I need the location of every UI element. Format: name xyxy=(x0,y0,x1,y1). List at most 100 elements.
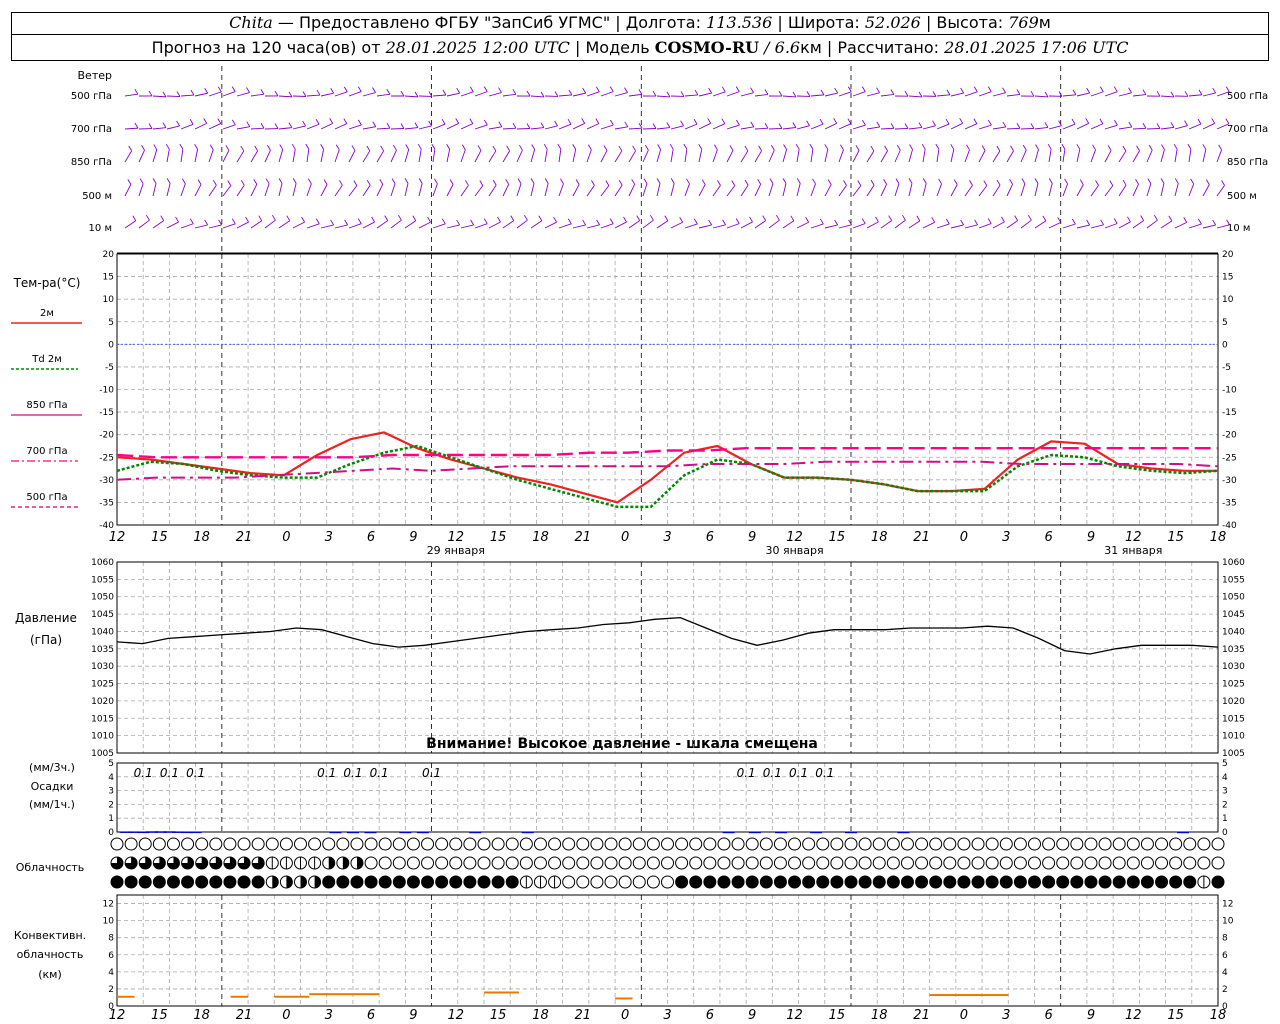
wind-barb-flag xyxy=(758,145,762,152)
wind-barb-flag xyxy=(449,179,454,185)
wind-barb-flag xyxy=(417,143,422,150)
wind-barb xyxy=(1020,128,1035,130)
wind-barb-flag xyxy=(456,87,461,94)
precip-3h-label: 0.1 xyxy=(737,766,756,780)
cloud-symbol xyxy=(195,837,209,851)
pres-ytick-left: 1030 xyxy=(91,662,114,672)
wind-barb xyxy=(530,220,543,229)
wind-level-10m: 10 м xyxy=(89,223,112,234)
wind-barb-flag xyxy=(1122,179,1127,186)
precip-bar xyxy=(521,831,534,834)
wind-barb xyxy=(320,149,325,163)
wind-barb xyxy=(1034,183,1039,197)
wind-barb-flag xyxy=(1095,180,1099,186)
cloud-symbol xyxy=(251,875,265,889)
precip-bar xyxy=(364,831,377,834)
wind-barb-flag xyxy=(714,144,718,151)
wind-barb xyxy=(236,184,245,197)
cloud-symbol xyxy=(999,875,1013,889)
wind-barb xyxy=(782,95,797,98)
wind-barb-flag xyxy=(1202,144,1207,150)
wind-barb xyxy=(278,127,292,130)
wind-barb-flag xyxy=(1107,145,1112,151)
precip-ytick-left: 5 xyxy=(108,759,114,769)
wind-barb-flag xyxy=(1100,219,1104,226)
hour-label-mid: 15 xyxy=(1167,530,1184,545)
wind-barb-flag xyxy=(538,215,543,221)
cloud-symbol xyxy=(844,837,858,851)
wind-barb-flag xyxy=(652,123,657,129)
wind-barb-flag xyxy=(279,144,284,150)
wind-barb xyxy=(1146,219,1158,229)
wind-barb-flag xyxy=(1211,118,1216,124)
wind-barb xyxy=(670,183,675,197)
wind-barb-flag xyxy=(769,178,774,184)
wind-barb xyxy=(124,184,132,197)
wind-barb-flag xyxy=(127,179,132,185)
wind-barb-flag xyxy=(572,144,577,150)
cloud-symbol xyxy=(844,856,858,870)
hour-label-bottom: 12 xyxy=(786,1008,803,1023)
cloud-symbol xyxy=(773,875,787,889)
wind-barb xyxy=(572,149,577,163)
cloud-symbol xyxy=(209,875,223,889)
wind-barb-flag xyxy=(603,145,608,151)
wind-title: Ветер xyxy=(78,69,112,82)
wind-barb xyxy=(222,150,230,163)
wind-barb-flag xyxy=(1002,87,1006,93)
cloud-symbol xyxy=(1112,837,1126,851)
wind-barb-flag xyxy=(1221,180,1225,186)
hour-label-mid: 15 xyxy=(490,530,507,545)
wind-barb-flag xyxy=(292,178,297,184)
date-label: 31 января xyxy=(1104,544,1162,557)
precip-bar xyxy=(416,831,429,834)
wind-barb xyxy=(320,184,328,197)
wind-barb xyxy=(810,94,824,97)
wind-barb xyxy=(362,221,375,229)
wind-barb-flag xyxy=(160,215,165,221)
pres-ytick-left: 1055 xyxy=(91,575,114,585)
temp-title: Тем-ра(°C) xyxy=(13,276,81,290)
wind-barb-flag xyxy=(683,143,688,150)
wind-barb-flag xyxy=(506,145,511,152)
precip-bar xyxy=(845,831,857,834)
cloud-symbol xyxy=(886,837,900,851)
hour-label-mid: 6 xyxy=(706,530,714,545)
wind-barb xyxy=(852,223,866,229)
wind-barb xyxy=(376,127,391,130)
cloud-symbol xyxy=(759,837,773,851)
wind-barb-flag xyxy=(1044,122,1049,128)
wind-barb xyxy=(782,220,795,229)
cloud-symbol xyxy=(773,856,787,870)
wind-barb xyxy=(1118,150,1127,163)
wind-barb xyxy=(558,149,562,163)
wind-barb xyxy=(964,224,978,229)
cloud-symbol xyxy=(618,837,632,851)
wind-barb xyxy=(656,183,661,197)
cloud-symbol xyxy=(152,875,166,889)
wind-barb-flag xyxy=(492,145,497,152)
cloud-symbol xyxy=(1155,875,1169,889)
hour-label-mid: 0 xyxy=(621,530,629,545)
wind-barb xyxy=(390,219,402,229)
hour-label-mid: 3 xyxy=(325,530,333,545)
wind-barb xyxy=(1216,185,1225,197)
wind-barb-flag xyxy=(1021,178,1026,184)
wind-barb-flag xyxy=(1009,179,1013,185)
wind-barb-flag xyxy=(1136,145,1140,151)
pres-ytick-right: 1040 xyxy=(1222,627,1245,637)
pres-ytick-right: 1045 xyxy=(1222,610,1245,620)
cloud-symbol xyxy=(562,875,576,889)
wind-barb xyxy=(502,184,510,197)
wind-barb xyxy=(404,95,419,98)
hour-label-bottom: 9 xyxy=(1087,1008,1095,1023)
wind-barb-flag xyxy=(305,143,310,150)
wind-barb xyxy=(124,150,133,163)
wind-barb xyxy=(544,149,548,163)
wind-barb-flag xyxy=(796,178,801,184)
wind-barb xyxy=(670,125,684,130)
conv-ytick-right: 4 xyxy=(1222,968,1228,978)
cloud-symbol xyxy=(491,856,505,870)
pres-ytick-left: 1020 xyxy=(91,697,114,707)
cloud-symbol xyxy=(350,837,364,851)
